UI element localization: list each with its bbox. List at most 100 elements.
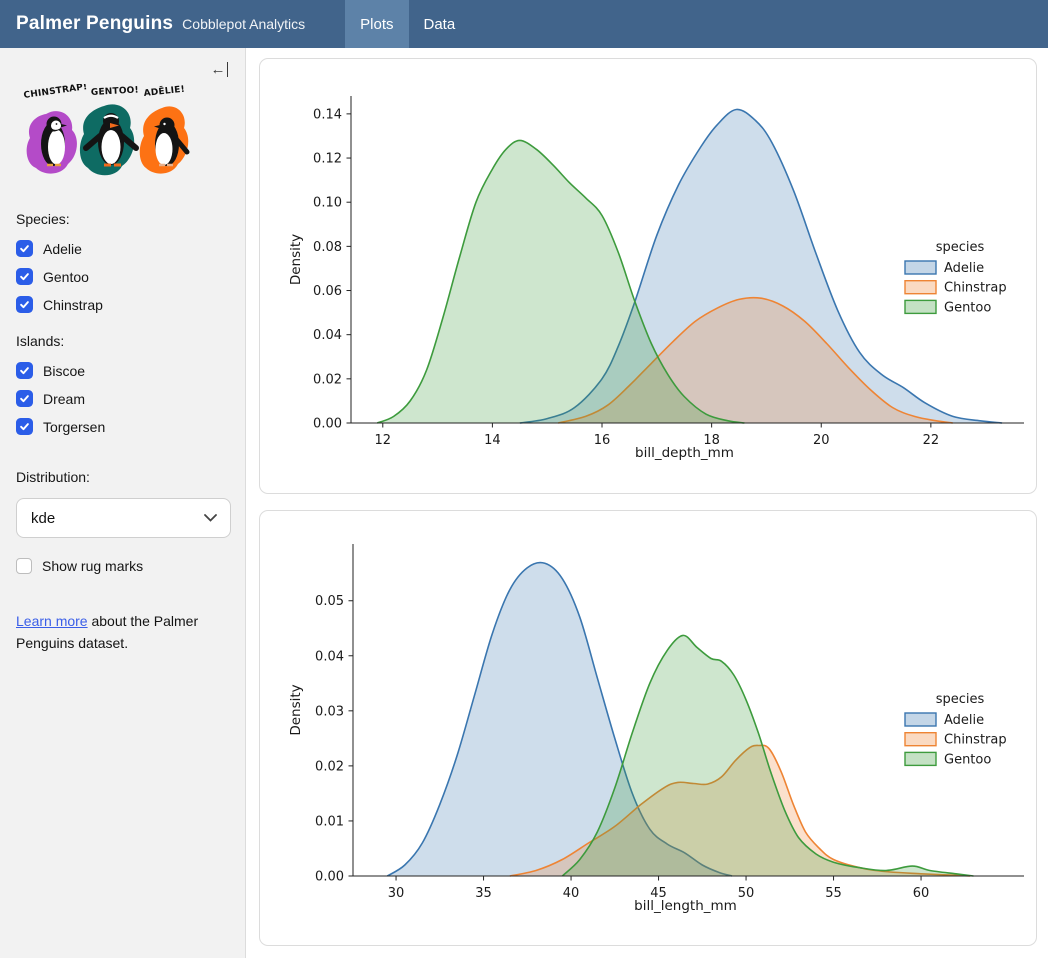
collapse-arrow-icon: ← — [211, 62, 226, 77]
checked-checkbox-icon[interactable] — [16, 296, 33, 313]
y-tick-label: 0.00 — [313, 417, 342, 432]
checked-checkbox-icon[interactable] — [16, 268, 33, 285]
x-tick-label: 60 — [913, 886, 930, 901]
tab-label: Data — [424, 16, 456, 33]
nav-tabs: Plots Data — [345, 0, 470, 48]
rug-checkbox[interactable] — [16, 558, 32, 574]
legend-patch-gentoo — [905, 300, 936, 313]
legend-patch-adelie — [905, 261, 936, 274]
checkbox-label: Adelie — [43, 241, 82, 257]
rug-checkbox-row[interactable]: Show rug marks — [16, 558, 231, 574]
x-tick-label: 30 — [388, 886, 405, 901]
artwork-adelie: ADĒLIE! — [140, 84, 189, 174]
islands-label: Islands: — [16, 333, 231, 349]
tab-data[interactable]: Data — [409, 0, 471, 48]
checkbox-label: Chinstrap — [43, 297, 103, 313]
y-tick-label: 0.03 — [315, 704, 344, 719]
species-label: Species: — [16, 211, 231, 227]
checked-checkbox-icon[interactable] — [16, 240, 33, 257]
x-axis-label: bill_length_mm — [634, 898, 737, 914]
artwork-chinstrap: CHINSTRAP! — [23, 84, 88, 174]
tab-label: Plots — [360, 16, 393, 33]
checkbox-biscoe[interactable]: Biscoe — [16, 362, 231, 379]
y-axis-label: Density — [288, 234, 304, 285]
rug-checkbox-label: Show rug marks — [42, 558, 143, 574]
x-tick-label: 40 — [563, 886, 580, 901]
checkbox-adelie[interactable]: Adelie — [16, 240, 231, 257]
legend-label-chinstrap: Chinstrap — [944, 281, 1007, 296]
y-tick-label: 0.00 — [315, 870, 344, 885]
x-tick-label: 50 — [738, 886, 755, 901]
legend-label-gentoo: Gentoo — [944, 752, 991, 767]
adelie-label: ADĒLIE! — [143, 84, 185, 99]
x-axis-label: bill_depth_mm — [635, 445, 734, 461]
legend-patch-chinstrap — [905, 733, 936, 746]
checked-checkbox-icon[interactable] — [16, 362, 33, 379]
artwork-gentoo: GENTOO! — [80, 85, 139, 175]
legend-patch-chinstrap — [905, 281, 936, 294]
legend-label-gentoo: Gentoo — [944, 300, 991, 315]
sidebar: ← CHINSTRAP! — [0, 48, 246, 958]
species-checkbox-group: Adelie Gentoo Chinstrap — [16, 240, 231, 313]
gentoo-label: GENTOO! — [91, 85, 139, 97]
y-tick-label: 0.04 — [315, 649, 344, 664]
distribution-select[interactable]: kde — [16, 498, 231, 538]
y-tick-label: 0.02 — [313, 372, 342, 387]
y-tick-label: 0.05 — [315, 594, 344, 609]
y-tick-label: 0.01 — [315, 814, 344, 829]
x-tick-label: 12 — [375, 433, 392, 448]
x-tick-label: 16 — [594, 433, 611, 448]
checkbox-label: Dream — [43, 391, 85, 407]
legend-label-adelie: Adelie — [944, 713, 984, 728]
chinstrap-label: CHINSTRAP! — [23, 84, 88, 101]
legend-label-chinstrap: Chinstrap — [944, 733, 1007, 748]
bill-length-kde-chart: 303540455055600.000.010.020.030.040.05bi… — [260, 511, 1036, 945]
legend-title: species — [936, 240, 985, 255]
y-tick-label: 0.04 — [313, 328, 342, 343]
y-tick-label: 0.10 — [313, 196, 342, 211]
y-tick-label: 0.06 — [313, 284, 342, 299]
brand: Palmer Penguins Cobblepot Analytics — [0, 0, 305, 48]
checkbox-gentoo[interactable]: Gentoo — [16, 268, 231, 285]
distribution-selected-value: kde — [31, 510, 55, 527]
penguins-artwork-image: CHINSTRAP! GENTOO! — [16, 84, 192, 180]
islands-checkbox-group: Biscoe Dream Torgersen — [16, 362, 231, 435]
checkbox-dream[interactable]: Dream — [16, 390, 231, 407]
app-body: ← CHINSTRAP! — [0, 48, 1048, 958]
checked-checkbox-icon[interactable] — [16, 390, 33, 407]
legend: species Adelie Chinstrap Gentoo — [905, 240, 1007, 315]
bill-depth-kde-chart: 1214161820220.000.020.040.060.080.100.12… — [260, 59, 1036, 493]
y-tick-label: 0.02 — [315, 759, 344, 774]
legend-label-adelie: Adelie — [944, 261, 984, 276]
checked-checkbox-icon[interactable] — [16, 418, 33, 435]
app-title: Palmer Penguins — [16, 13, 173, 35]
y-tick-label: 0.12 — [313, 152, 342, 167]
app-subtitle: Cobblepot Analytics — [182, 16, 305, 32]
y-tick-label: 0.14 — [313, 107, 342, 122]
navbar: Palmer Penguins Cobblepot Analytics Plot… — [0, 0, 1048, 48]
x-tick-label: 20 — [813, 433, 830, 448]
bill-length-card: 303540455055600.000.010.020.030.040.05bi… — [259, 510, 1037, 946]
tab-plots[interactable]: Plots — [345, 0, 408, 48]
bill-depth-card: 1214161820220.000.020.040.060.080.100.12… — [259, 58, 1037, 494]
checkbox-torgersen[interactable]: Torgersen — [16, 418, 231, 435]
x-tick-label: 55 — [825, 886, 842, 901]
x-tick-label: 35 — [475, 886, 492, 901]
checkbox-label: Gentoo — [43, 269, 89, 285]
x-tick-label: 14 — [484, 433, 501, 448]
legend-patch-adelie — [905, 713, 936, 726]
legend-title: species — [936, 692, 985, 707]
legend-patch-gentoo — [905, 752, 936, 765]
y-axis-label: Density — [288, 684, 304, 735]
checkbox-label: Biscoe — [43, 363, 85, 379]
x-tick-label: 22 — [923, 433, 940, 448]
legend: species Adelie Chinstrap Gentoo — [905, 692, 1007, 767]
distribution-label: Distribution: — [16, 469, 231, 485]
learn-more-link[interactable]: Learn more — [16, 613, 88, 629]
sidebar-collapse-button[interactable]: ← — [211, 62, 229, 77]
checkbox-chinstrap[interactable]: Chinstrap — [16, 296, 231, 313]
chevron-down-icon — [204, 514, 217, 522]
main-content: 1214161820220.000.020.040.060.080.100.12… — [246, 48, 1048, 958]
checkbox-label: Torgersen — [43, 419, 105, 435]
learn-more-text: Learn more about the Palmer Penguins dat… — [16, 610, 222, 654]
